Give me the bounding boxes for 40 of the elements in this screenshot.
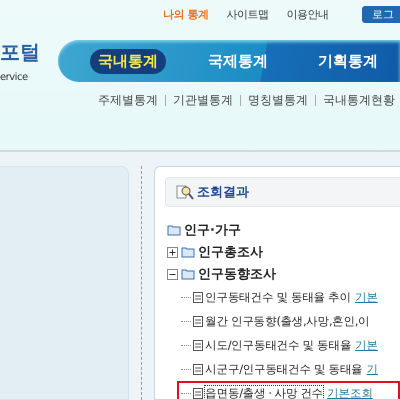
tree-row[interactable]: 월간 인구동향(출생,사망,혼인,이: [177, 309, 400, 333]
nav-tab[interactable]: 국내통계: [90, 48, 166, 74]
basic-query-link[interactable]: 기본: [354, 290, 378, 304]
sub-nav-link[interactable]: 국내통계현황: [323, 92, 395, 108]
basic-query-link[interactable]: 기: [366, 362, 378, 376]
folder-icon: [181, 268, 195, 280]
basic-query-link[interactable]: 기본: [355, 338, 378, 352]
tree-node[interactable]: 인구·가구: [184, 221, 241, 239]
login-button[interactable]: 로그: [362, 6, 400, 22]
expand-toggle-icon[interactable]: [167, 268, 178, 280]
nav-tab[interactable]: 기획통계: [310, 48, 386, 74]
tree-node[interactable]: 인구동향조사: [198, 265, 276, 283]
sub-nav-link[interactable]: 주제별통계: [98, 92, 158, 108]
basic-query-link[interactable]: 기본조회: [327, 386, 373, 399]
nav-tab[interactable]: 국제통계: [200, 48, 276, 74]
document-icon: [193, 340, 203, 350]
logo-subtitle: ervice: [0, 72, 29, 83]
top-link[interactable]: 이용안내: [286, 6, 328, 22]
tree-leaf-label[interactable]: 인구동태건수 및 동태율 추이: [205, 290, 351, 304]
document-icon: [193, 292, 203, 302]
tree-node[interactable]: 인구총조사: [198, 243, 263, 261]
tree-row[interactable]: 시군구/인구동태건수 및 동태율 기: [177, 357, 400, 381]
tree-leaf-label[interactable]: 읍면동/출생 · 사망 건수: [205, 386, 324, 399]
document-icon: [193, 364, 203, 374]
tree-leaf-label[interactable]: 월간 인구동향(출생,사망,혼인,이: [205, 314, 370, 328]
results-title: 조회결과: [197, 184, 249, 201]
expand-toggle-icon[interactable]: [167, 246, 178, 258]
folder-icon: [181, 246, 195, 258]
sub-nav-link[interactable]: 기관별통계: [173, 92, 233, 108]
top-link[interactable]: 사이트맵: [226, 6, 268, 22]
tree-row[interactable]: 인구동태건수 및 동태율 추이 기본: [177, 285, 400, 309]
tree-leaf-label[interactable]: 시도/인구동태건수 및 동태율: [205, 338, 352, 352]
tree-leaf-label[interactable]: 시군구/인구동태건수 및 동태율: [205, 362, 363, 376]
logo-title: 포털: [0, 40, 41, 64]
tree-row[interactable]: 읍면동/출생 · 사망 건수 기본조회: [177, 381, 400, 399]
tree-row[interactable]: 시도/인구동태건수 및 동태율 기본: [177, 333, 400, 357]
search-icon: [176, 184, 194, 200]
folder-icon: [167, 224, 181, 236]
sub-nav-link[interactable]: 명칭별통계: [248, 92, 308, 108]
document-icon: [193, 316, 203, 326]
